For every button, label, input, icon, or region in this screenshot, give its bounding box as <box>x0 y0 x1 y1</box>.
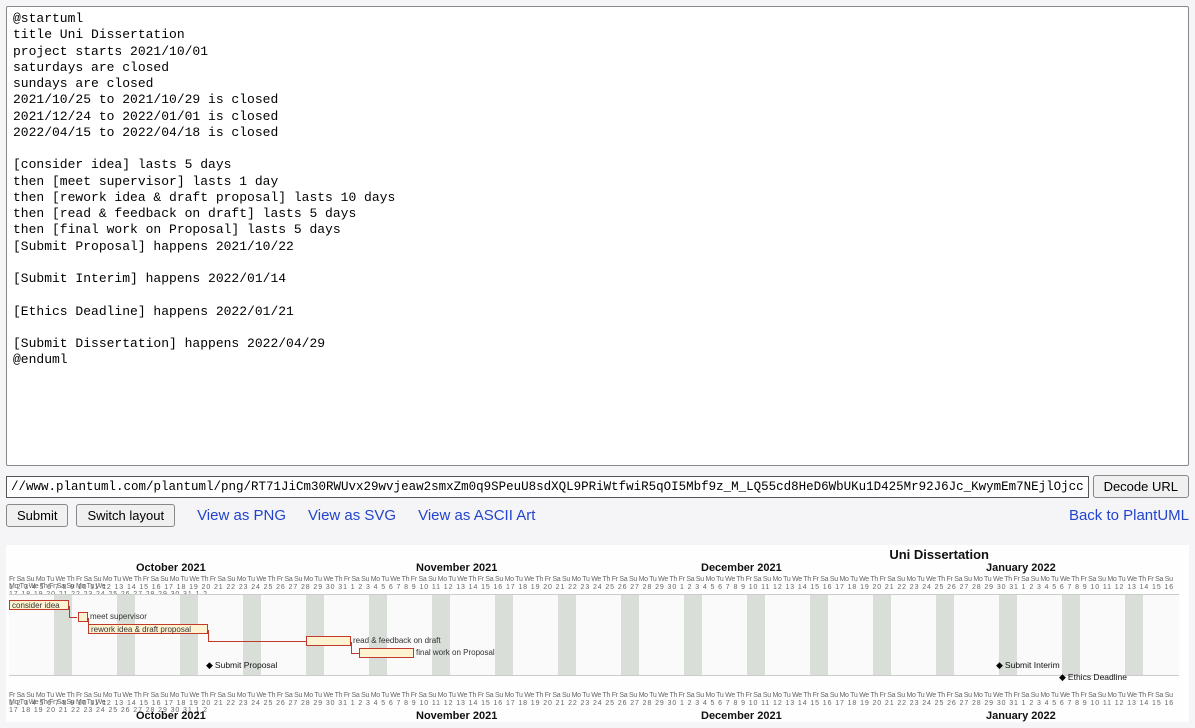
back-to-plantuml-link[interactable]: Back to PlantUML <box>1069 507 1189 524</box>
month-label: November 2021 <box>416 562 497 574</box>
month-label: October 2021 <box>136 710 206 722</box>
task-bar: final work on Proposal <box>359 648 414 658</box>
submit-button[interactable]: Submit <box>6 504 68 527</box>
month-label: December 2021 <box>701 710 782 722</box>
view-as-ascii-link[interactable]: View as ASCII Art <box>418 507 535 524</box>
month-label: November 2021 <box>416 710 497 722</box>
plantuml-source-textarea[interactable] <box>6 6 1189 466</box>
milestone: Submit Interim <box>996 660 1060 671</box>
month-label: December 2021 <box>701 562 782 574</box>
task-bar: consider idea <box>9 600 69 610</box>
milestone: Ethics Deadline <box>1059 672 1127 683</box>
switch-layout-button[interactable]: Switch layout <box>76 504 175 527</box>
task-bar: meet supervisor <box>78 612 88 622</box>
month-label: October 2021 <box>136 562 206 574</box>
diagram-title: Uni Dissertation <box>6 545 1189 562</box>
month-label: January 2022 <box>986 710 1056 722</box>
encoded-url-input[interactable] <box>6 476 1089 498</box>
view-as-svg-link[interactable]: View as SVG <box>308 507 396 524</box>
decode-url-button[interactable]: Decode URL <box>1093 475 1189 498</box>
milestone: Submit Proposal <box>206 660 277 671</box>
task-bar: rework idea & draft proposal <box>88 624 208 634</box>
task-bar: read & feedback on draft <box>306 636 351 646</box>
month-label: January 2022 <box>986 562 1056 574</box>
view-as-png-link[interactable]: View as PNG <box>197 507 286 524</box>
gantt-diagram-output: Uni Dissertation October 2021 November 2… <box>6 545 1189 722</box>
